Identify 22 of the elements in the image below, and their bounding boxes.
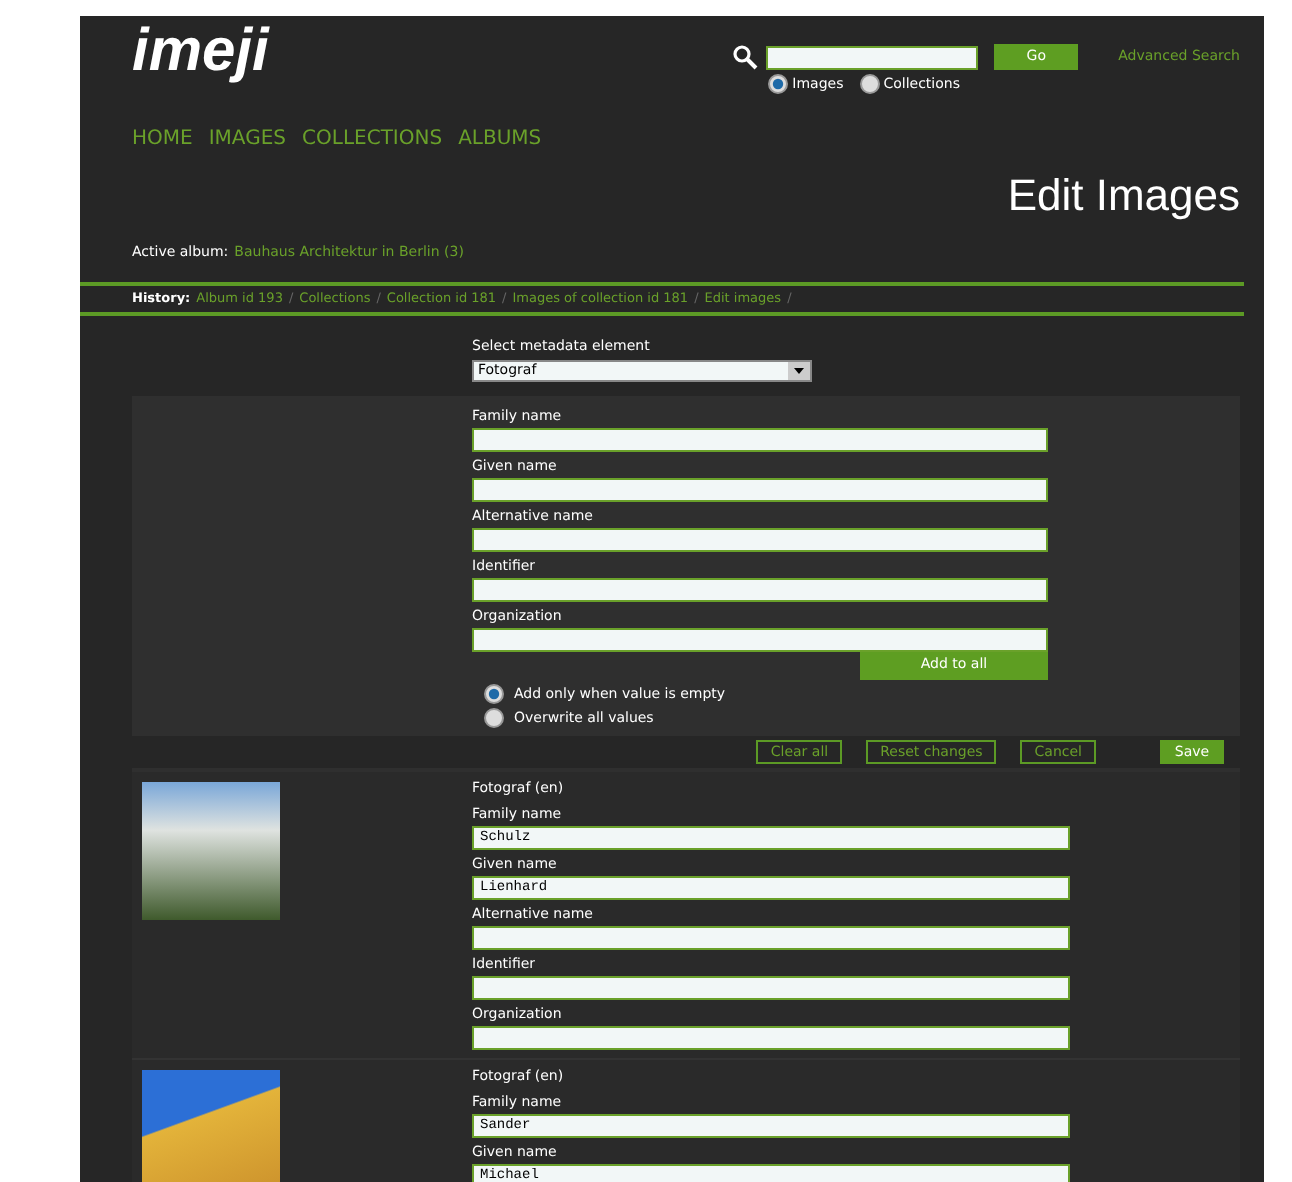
text-field[interactable]: [472, 975, 1070, 999]
text-field[interactable]: [472, 627, 1048, 651]
text-field[interactable]: [472, 577, 1048, 601]
radio-unselected[interactable]: [484, 708, 504, 729]
nav-link[interactable]: HOME: [132, 123, 193, 153]
page-title: Edit Images: [1007, 169, 1240, 221]
text-field[interactable]: [472, 477, 1048, 501]
dropdown-arrow-icon: [788, 361, 810, 379]
text-field[interactable]: [472, 925, 1070, 949]
text-field[interactable]: [472, 427, 1048, 451]
search-icon: [732, 44, 759, 70]
nav-link[interactable]: ALBUMS: [458, 123, 542, 153]
nav-link[interactable]: IMAGES: [208, 123, 287, 153]
search-field[interactable]: [766, 45, 979, 69]
photo-placeholder[interactable]: [142, 781, 280, 919]
radio-selected[interactable]: [484, 683, 504, 704]
text-field[interactable]: [472, 1025, 1070, 1049]
radio-selected[interactable]: [768, 74, 789, 95]
nav-link[interactable]: COLLECTIONS: [302, 123, 443, 153]
logo[interactable]: imeji: [132, 16, 269, 88]
text-field[interactable]: [472, 527, 1048, 551]
radio-unselected[interactable]: [859, 74, 880, 95]
